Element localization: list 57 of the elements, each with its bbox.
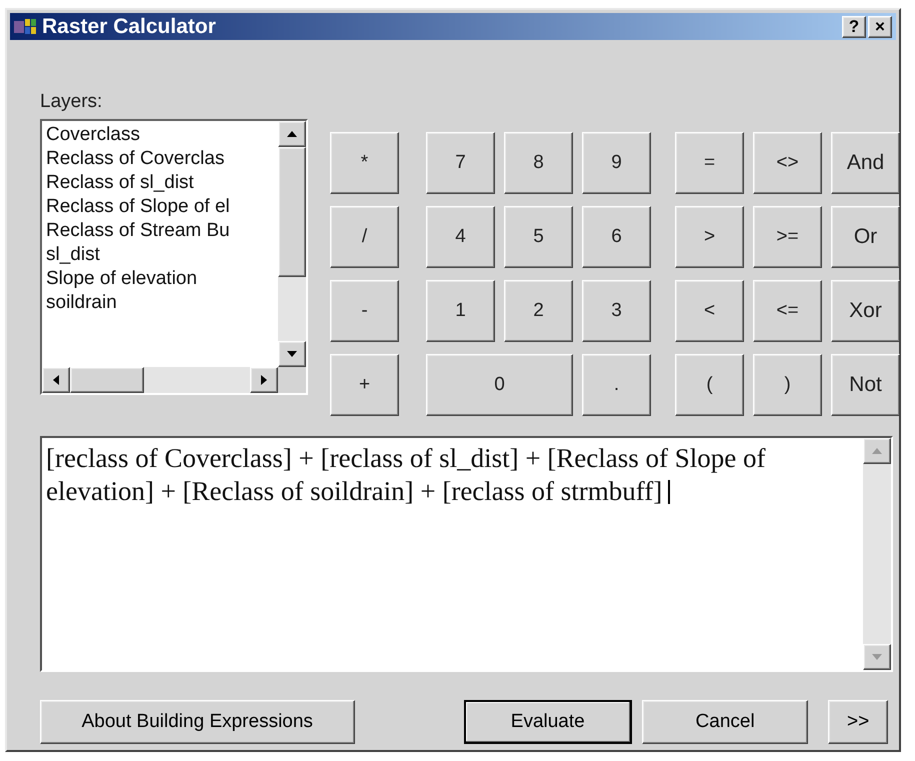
right-arrow-icon [260,374,268,386]
scroll-left-button[interactable] [42,367,70,393]
digit-key[interactable]: 0 [426,354,573,416]
digit-key[interactable]: 2 [504,280,573,342]
layer-item[interactable]: Slope of elevation [46,267,278,291]
digit-key[interactable]: 1 [426,280,495,342]
dialog-button[interactable]: Evaluate [464,700,632,744]
scroll-up-button[interactable] [278,121,306,147]
digit-key[interactable]: 3 [582,280,651,342]
layers-label: Layers: [40,91,104,114]
grid-icon [14,16,38,36]
dialog-button[interactable]: Cancel [642,700,808,744]
operator-key[interactable]: <> [753,132,822,194]
close-button[interactable]: × [868,16,892,38]
left-arrow-icon [52,374,60,386]
operator-key[interactable]: > [675,206,744,268]
digit-key[interactable]: 6 [582,206,651,268]
scrollbar-corner [278,367,306,393]
digit-key[interactable]: 7 [426,132,495,194]
layer-item[interactable]: soildrain [46,291,278,315]
help-button[interactable]: ? [842,16,866,38]
window-title: Raster Calculator [42,14,217,38]
digit-key[interactable]: 8 [504,132,573,194]
up-arrow-icon [286,130,298,138]
layer-item[interactable]: Reclass of sl_dist [46,171,278,195]
layer-item[interactable]: Coverclass [46,123,278,147]
operator-key[interactable]: <= [753,280,822,342]
digit-key[interactable]: 5 [504,206,573,268]
layer-item[interactable]: Reclass of Coverclas [46,147,278,171]
layer-item[interactable]: sl_dist [46,243,278,267]
horizontal-scrollbar[interactable] [42,367,278,393]
operator-key[interactable]: Not [831,354,900,416]
digit-key[interactable]: 9 [582,132,651,194]
operator-key[interactable]: And [831,132,900,194]
scroll-thumb[interactable] [70,367,144,393]
operator-key[interactable]: ( [675,354,744,416]
operator-key[interactable]: = [675,132,744,194]
operator-key[interactable]: Xor [831,280,900,342]
digit-key[interactable]: . [582,354,651,416]
operator-key[interactable]: * [330,132,399,194]
operator-key[interactable]: ) [753,354,822,416]
scroll-right-button[interactable] [250,367,278,393]
dialog-button[interactable]: >> [828,700,888,744]
operator-key[interactable]: + [330,354,399,416]
down-arrow-icon [286,350,298,358]
digit-key[interactable]: 4 [426,206,495,268]
layer-item[interactable]: Reclass of Slope of el [46,195,278,219]
operator-key[interactable]: >= [753,206,822,268]
vertical-scrollbar[interactable] [278,121,306,367]
scroll-down-button[interactable] [278,341,306,367]
scroll-thumb[interactable] [278,147,306,277]
operator-key[interactable]: - [330,280,399,342]
operator-key[interactable]: < [675,280,744,342]
layer-item[interactable]: Reclass of Stream Bu [46,219,278,243]
operator-key[interactable]: / [330,206,399,268]
operator-key[interactable]: Or [831,206,900,268]
dialog-button[interactable]: About Building Expressions [40,700,355,744]
